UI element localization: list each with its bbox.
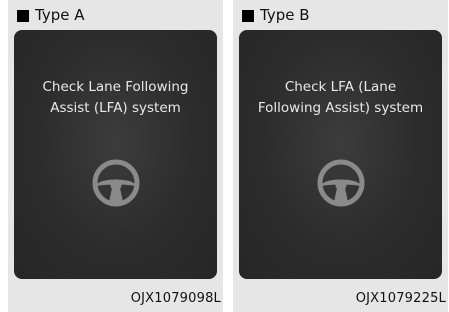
image-code-b: OJX1079225L xyxy=(355,291,446,306)
warning-message-line2: Following Assist) system xyxy=(257,100,424,116)
cluster-display-b: Check LFA (Lane Following Assist) system xyxy=(239,30,442,279)
steering-wheel-icon xyxy=(92,159,140,207)
type-a-header: Type A xyxy=(17,8,84,23)
square-bullet-icon xyxy=(17,9,29,22)
type-a-label: Type A xyxy=(35,6,85,24)
square-bullet-icon xyxy=(242,9,254,22)
type-a-panel: Type A Check Lane Following Assist (LFA)… xyxy=(8,0,223,312)
warning-message-line1: Check LFA (Lane xyxy=(284,79,397,95)
type-b-label: Type B xyxy=(260,6,310,24)
steering-wheel-icon xyxy=(317,159,365,207)
type-b-header: Type B xyxy=(242,8,310,23)
warning-message-line2: Assist (LFA) system xyxy=(50,100,181,116)
image-code-a: OJX1079098L xyxy=(130,291,221,306)
cluster-display-a: Check Lane Following Assist (LFA) system xyxy=(14,30,217,279)
type-b-panel: Type B Check LFA (Lane Following Assist)… xyxy=(233,0,448,312)
warning-message-line1: Check Lane Following xyxy=(42,79,189,95)
